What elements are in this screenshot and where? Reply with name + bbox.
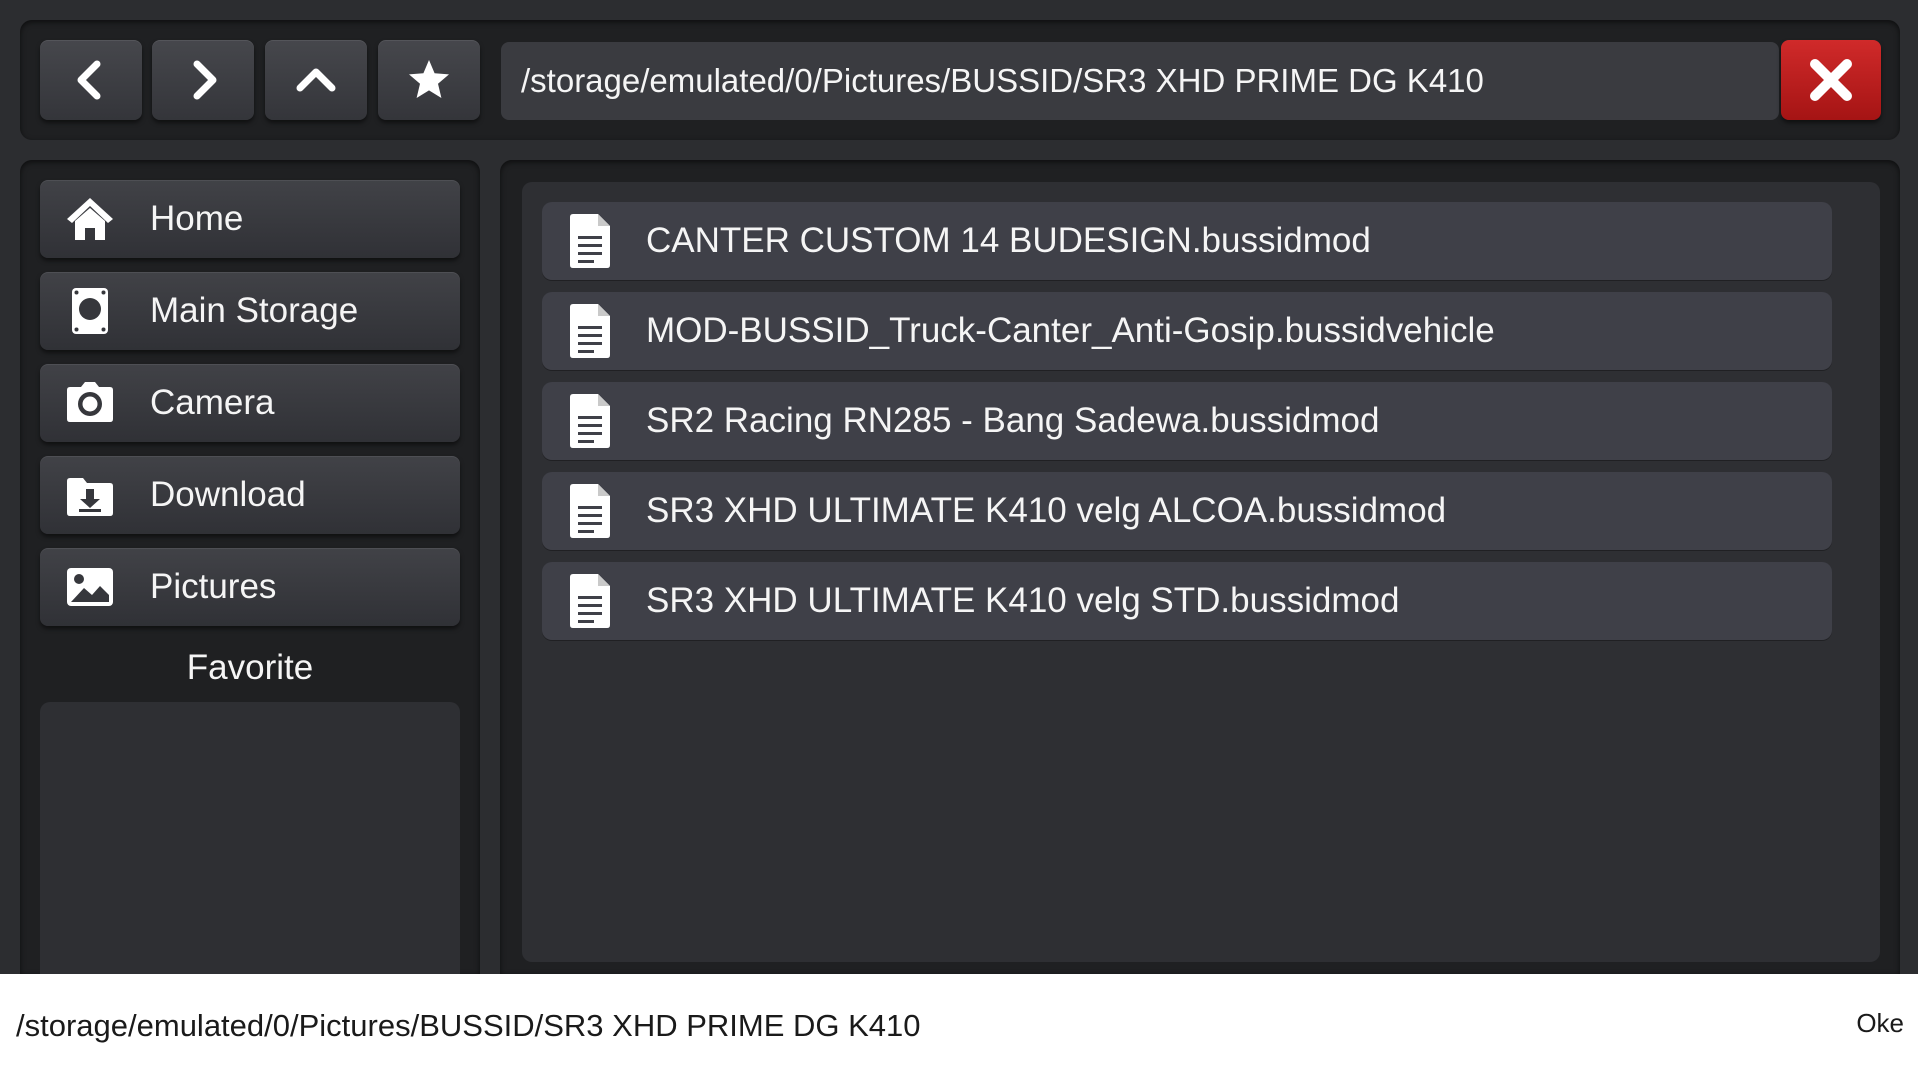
home-icon — [62, 191, 118, 247]
sidebar-item-label: Download — [150, 475, 306, 514]
image-icon — [62, 559, 118, 615]
close-button[interactable] — [1781, 40, 1881, 120]
chevron-up-icon — [296, 68, 336, 92]
file-item[interactable]: SR3 XHD ULTIMATE K410 velg ALCOA.bussidm… — [542, 472, 1832, 550]
file-item[interactable]: SR2 Racing RN285 - Bang Sadewa.bussidmod — [542, 382, 1832, 460]
path-display[interactable]: /storage/emulated/0/Pictures/BUSSID/SR3 … — [501, 42, 1779, 120]
file-name: CANTER CUSTOM 14 BUDESIGN.bussidmod — [646, 221, 1371, 260]
favorite-button[interactable] — [378, 40, 480, 120]
sidebar-item-download[interactable]: Download — [40, 456, 460, 534]
file-icon — [568, 213, 618, 269]
file-icon — [568, 303, 618, 359]
back-button[interactable] — [40, 40, 142, 120]
sd-card-icon — [62, 283, 118, 339]
file-browser-window: /storage/emulated/0/Pictures/BUSSID/SR3 … — [0, 0, 1918, 974]
star-icon — [409, 60, 449, 98]
sidebar: Home Main Storage Camera Download Pictur… — [20, 160, 480, 974]
forward-button[interactable] — [152, 40, 254, 120]
sidebar-item-home[interactable]: Home — [40, 180, 460, 258]
file-name: SR2 Racing RN285 - Bang Sadewa.bussidmod — [646, 401, 1380, 440]
path-input[interactable] — [16, 1000, 1816, 1052]
file-name: SR3 XHD ULTIMATE K410 velg STD.bussidmod — [646, 581, 1400, 620]
camera-icon — [62, 375, 118, 431]
up-button[interactable] — [265, 40, 367, 120]
file-item[interactable]: CANTER CUSTOM 14 BUDESIGN.bussidmod — [542, 202, 1832, 280]
file-icon — [568, 573, 618, 629]
chevron-right-icon — [193, 60, 217, 100]
favorite-heading: Favorite — [186, 648, 314, 687]
toolbar: /storage/emulated/0/Pictures/BUSSID/SR3 … — [20, 20, 1900, 140]
file-panel: CANTER CUSTOM 14 BUDESIGN.bussidmod MOD-… — [500, 160, 1900, 974]
file-icon — [568, 483, 618, 539]
file-icon — [568, 393, 618, 449]
sidebar-item-main-storage[interactable]: Main Storage — [40, 272, 460, 350]
file-name: MOD-BUSSID_Truck-Canter_Anti-Gosip.bussi… — [646, 311, 1495, 350]
file-list[interactable]: CANTER CUSTOM 14 BUDESIGN.bussidmod MOD-… — [522, 182, 1880, 962]
sidebar-item-label: Pictures — [150, 567, 277, 606]
sidebar-item-pictures[interactable]: Pictures — [40, 548, 460, 626]
sidebar-item-label: Home — [150, 199, 244, 238]
download-icon — [62, 467, 118, 523]
file-item[interactable]: MOD-BUSSID_Truck-Canter_Anti-Gosip.bussi… — [542, 292, 1832, 370]
file-name: SR3 XHD ULTIMATE K410 velg ALCOA.bussidm… — [646, 491, 1447, 530]
file-item[interactable]: SR3 XHD ULTIMATE K410 velg STD.bussidmod — [542, 562, 1832, 640]
favorite-list[interactable] — [40, 702, 460, 974]
sidebar-item-camera[interactable]: Camera — [40, 364, 460, 442]
path-input-bar: Oke — [0, 974, 1918, 1078]
ok-button[interactable]: Oke — [1856, 1008, 1904, 1039]
close-icon — [1810, 59, 1852, 101]
chevron-left-icon — [77, 60, 101, 100]
sidebar-item-label: Main Storage — [150, 291, 359, 330]
sidebar-item-label: Camera — [150, 383, 275, 422]
